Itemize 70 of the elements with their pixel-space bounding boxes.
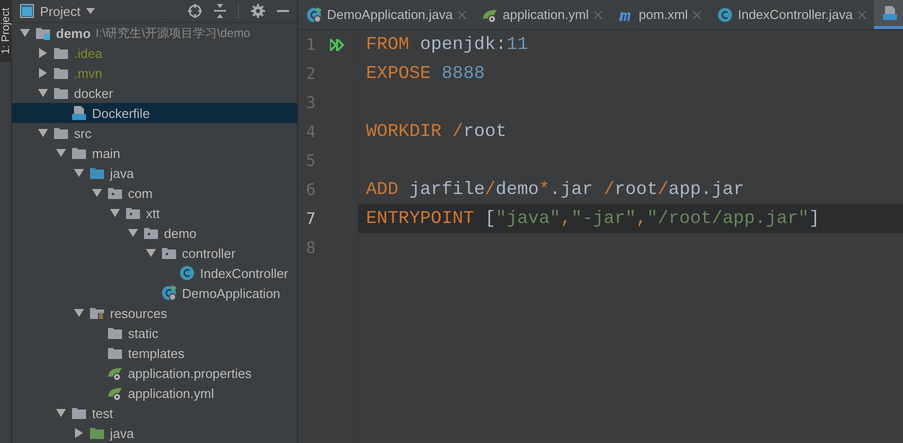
tree-item[interactable]: Dockerfile	[12, 103, 297, 123]
expanded-arrow-icon[interactable]	[74, 308, 84, 318]
folder-icon	[53, 65, 69, 81]
package-folder-icon	[161, 245, 177, 261]
editor-tab[interactable]: IndexController.java	[708, 0, 874, 29]
code-line: EXPOSE 8888	[366, 64, 485, 84]
resources-folder-icon	[89, 305, 105, 321]
expanded-arrow-icon[interactable]	[20, 28, 30, 38]
collapse-all-icon[interactable]	[214, 4, 226, 18]
folder-icon	[89, 165, 105, 181]
folder-icon	[89, 425, 105, 441]
dockerfile-icon	[71, 105, 87, 121]
class-icon	[179, 265, 195, 281]
tree-item[interactable]: test	[12, 403, 297, 423]
folder-icon	[53, 125, 69, 141]
folder-icon	[53, 45, 69, 61]
collapsed-arrow-icon[interactable]	[74, 428, 84, 438]
folder-icon	[107, 325, 123, 341]
dockerfile-icon	[882, 5, 898, 21]
tree-item[interactable]: application.properties	[12, 363, 297, 383]
package-folder-icon	[143, 225, 159, 241]
expanded-arrow-icon[interactable]	[56, 408, 66, 418]
tree-item[interactable]: src	[12, 123, 297, 143]
locate-icon[interactable]	[188, 4, 202, 18]
editor-tab[interactable]: application.yml	[474, 0, 610, 29]
module-path: I:\研究生\开源项目学习\demo	[96, 24, 250, 42]
folder-icon	[107, 345, 123, 361]
package-folder-icon	[107, 185, 123, 201]
editor-tab[interactable]	[874, 0, 903, 29]
project-view-dropdown[interactable]: Project	[20, 4, 96, 18]
tree-item[interactable]: .idea	[12, 43, 297, 63]
project-tool-button[interactable]: 1: Project	[0, 0, 12, 62]
code-line: WORKDIR /root	[366, 122, 506, 142]
tree-item[interactable]: static	[12, 323, 297, 343]
tree-item[interactable]: controller	[12, 243, 297, 263]
class-run-icon	[161, 285, 177, 301]
tree-item[interactable]: .mvn	[12, 63, 297, 83]
tree-item[interactable]: templates	[12, 343, 297, 363]
tree-item[interactable]: main	[12, 143, 297, 163]
panel-icon	[20, 4, 34, 18]
code-line: FROM openjdk:11	[366, 34, 528, 54]
leaf-gear-icon	[107, 365, 123, 381]
expanded-arrow-icon[interactable]	[38, 88, 48, 98]
code-line: ENTRYPOINT ["java","-jar","/root/app.jar"]	[366, 208, 820, 228]
folder-icon	[71, 405, 87, 421]
tree-item[interactable]: java	[12, 423, 297, 443]
tree-item[interactable]: resources	[12, 303, 297, 323]
folder-icon	[71, 145, 87, 161]
tree-item[interactable]: application.yml	[12, 383, 297, 403]
package-folder-icon	[125, 205, 141, 221]
code-line: ADD jarfile/demo*.jar /root/app.jar	[366, 180, 744, 200]
class-icon	[716, 6, 733, 22]
editor-tab[interactable]: DemoApplication.java	[298, 0, 474, 29]
editor-tab[interactable]: pom.xml	[610, 0, 709, 29]
tree-item[interactable]: java	[12, 163, 297, 183]
tree-item[interactable]: com	[12, 183, 297, 203]
caret-icon	[86, 8, 96, 14]
tree-item[interactable]: IndexController	[12, 263, 297, 283]
folder-icon	[53, 85, 69, 101]
tree-item[interactable]: demo I:\研究生\开源项目学习\demo	[12, 23, 297, 43]
tree-item[interactable]: xtt	[12, 203, 297, 223]
class-run-icon	[306, 6, 322, 22]
tree-item[interactable]: docker	[12, 83, 297, 103]
line-number: 7	[306, 209, 317, 228]
run-icon[interactable]	[330, 38, 344, 50]
tree-item[interactable]: demo	[12, 223, 297, 243]
leaf-gear-icon	[107, 385, 123, 401]
settings-icon[interactable]	[251, 4, 265, 18]
tree-item[interactable]: DemoApplication	[12, 283, 297, 303]
module-folder-icon	[35, 25, 51, 41]
